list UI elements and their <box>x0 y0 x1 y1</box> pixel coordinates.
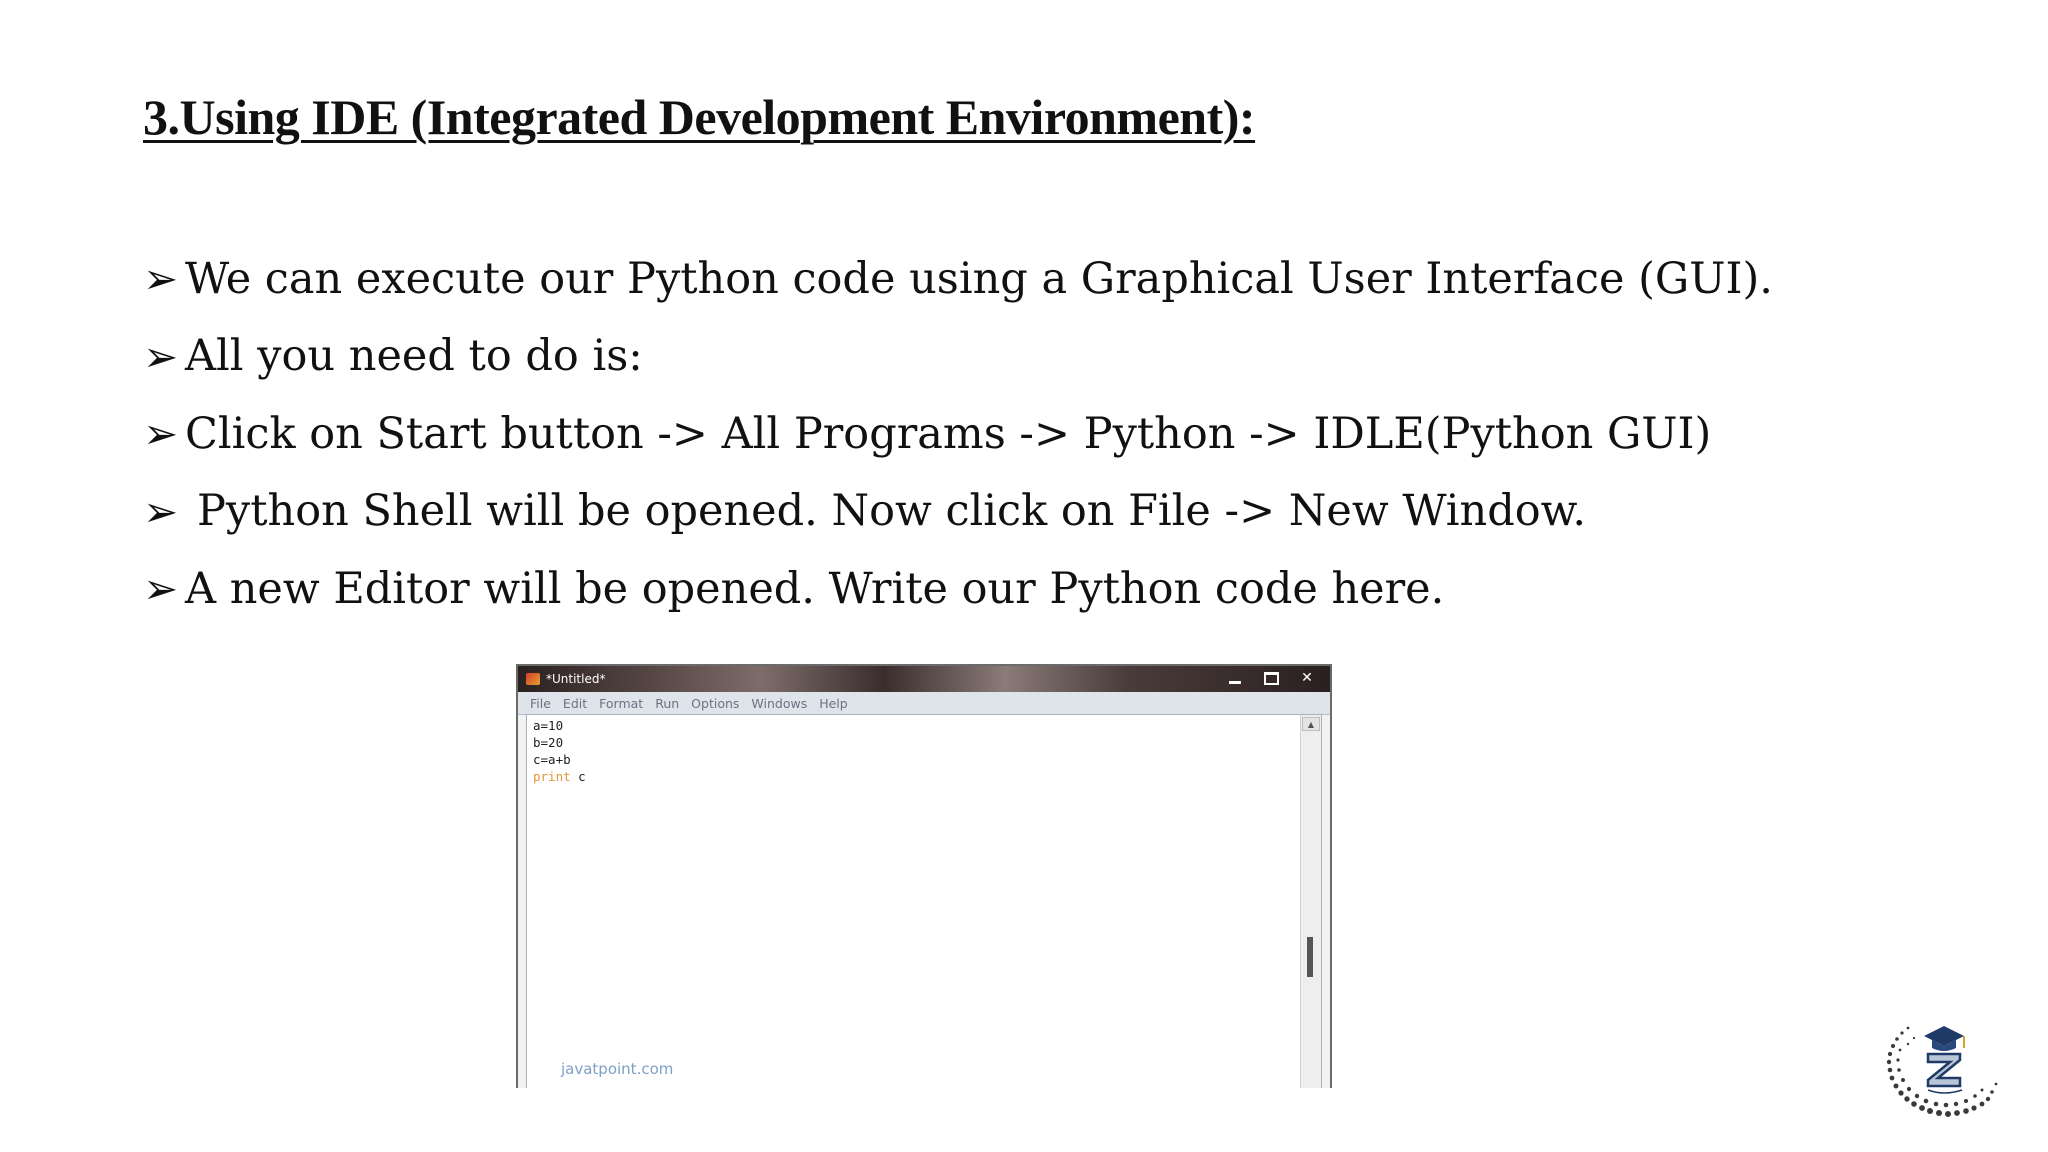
bullet-text: Click on Start button -> All Programs ->… <box>185 408 1712 459</box>
bullet-list: ➢ We can execute our Python code using a… <box>143 240 1773 628</box>
z-graduation-cap-logo-icon <box>1886 1026 1998 1117</box>
maximize-icon <box>1254 668 1288 688</box>
idle-window-title: *Untitled* <box>546 672 606 686</box>
bullet-text: We can execute our Python code using a G… <box>185 253 1773 304</box>
code-line: a=10 <box>533 718 564 733</box>
idle-menu-options: Options <box>691 695 740 711</box>
idle-menu-file: File <box>530 695 551 711</box>
bullet-text: A new Editor will be opened. Write our P… <box>185 563 1445 614</box>
idle-menu-run: Run <box>655 695 680 711</box>
scroll-thumb <box>1307 937 1313 977</box>
idle-editor-screenshot: *Untitled* ✕ File Edit Format Run Option… <box>516 664 1332 1088</box>
idle-menu-help: Help <box>819 695 848 711</box>
code-block: a=10 b=20 c=a+b print c <box>533 717 586 785</box>
idle-window-controls: ✕ <box>1218 668 1324 688</box>
print-argument: c <box>578 769 586 784</box>
idle-menu-format: Format <box>599 695 644 711</box>
print-keyword: print <box>533 769 571 784</box>
arrowhead-bullet-icon: ➢ <box>143 331 179 381</box>
idle-menu-edit: Edit <box>562 695 588 711</box>
bullet-item: ➢ Python Shell will be opened. Now click… <box>143 473 1773 551</box>
code-line: b=20 <box>533 735 564 750</box>
idle-menu-windows: Windows <box>751 695 808 711</box>
bullet-item: ➢ Click on Start button -> All Programs … <box>143 395 1773 473</box>
slide: 3.Using IDE (Integrated Development Envi… <box>0 0 2048 1152</box>
arrowhead-bullet-icon: ➢ <box>143 254 179 304</box>
minimize-icon <box>1218 668 1252 688</box>
idle-menubar: File Edit Format Run Options Windows Hel… <box>518 692 1330 715</box>
scroll-up-arrow-icon: ▲ <box>1302 717 1320 731</box>
arrowhead-bullet-icon: ➢ <box>143 409 179 459</box>
bullet-item: ➢ A new Editor will be opened. Write our… <box>143 550 1773 628</box>
code-line: c=a+b <box>533 752 571 767</box>
arrowhead-bullet-icon: ➢ <box>143 564 179 614</box>
arrowhead-bullet-icon: ➢ <box>143 486 179 536</box>
idle-scrollbar: ▲ <box>1300 715 1321 1088</box>
watermark: javatpoint.com <box>561 1060 674 1078</box>
bullet-item: ➢ All you need to do is: <box>143 318 1773 396</box>
idle-titlebar: *Untitled* ✕ <box>518 666 1330 692</box>
bullet-item: ➢ We can execute our Python code using a… <box>143 240 1773 318</box>
idle-app-icon <box>526 673 540 685</box>
idle-editor-area: a=10 b=20 c=a+b print c ▲ javatpoint.com <box>526 714 1322 1088</box>
close-icon: ✕ <box>1301 670 1313 686</box>
bullet-text: Python Shell will be opened. Now click o… <box>197 486 1586 537</box>
slide-title: 3.Using IDE (Integrated Development Envi… <box>143 89 1256 145</box>
bullet-text: All you need to do is: <box>185 331 643 382</box>
